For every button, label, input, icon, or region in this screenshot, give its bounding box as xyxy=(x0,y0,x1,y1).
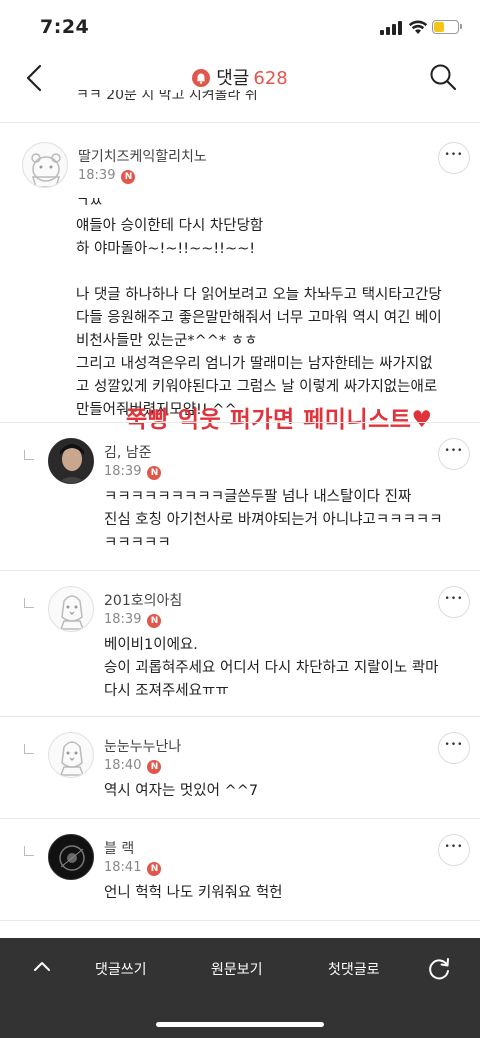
title-text: 댓글 xyxy=(216,68,250,89)
reply-indicator-icon xyxy=(24,744,34,754)
comment-time: 18:39 xyxy=(104,612,142,627)
comment-meta: 18:41 N xyxy=(104,860,162,876)
refresh-icon[interactable] xyxy=(426,956,452,982)
comment-body: 베이비1이에요. 승이 괴롭혀주세요 어디서 다시 차단하고 지랄이노 콱마 다… xyxy=(104,637,439,699)
comment-item: 딸기치즈케익할리치노 18:39 N ㄱㅆ 얘들아 승이한테 다시 차단당함 하 … xyxy=(0,122,480,422)
page-title: 댓글 628 xyxy=(0,64,480,90)
more-options-button[interactable] xyxy=(438,834,470,866)
avatar[interactable] xyxy=(22,142,68,188)
comment-username[interactable]: 김, 남준 xyxy=(104,442,152,462)
battery-icon xyxy=(432,20,462,34)
comment-time: 18:39 xyxy=(104,464,142,479)
comment-time: 18:39 xyxy=(78,168,116,183)
avatar[interactable] xyxy=(48,586,94,632)
new-badge: N xyxy=(147,760,162,774)
more-options-button[interactable] xyxy=(438,438,470,470)
comment-username[interactable]: 딸기치즈케익할리치노 xyxy=(78,146,207,166)
comment-count: 628 xyxy=(253,68,288,89)
comment-username[interactable]: 블 랙 xyxy=(104,838,134,858)
scroll-up-icon[interactable] xyxy=(32,958,52,974)
more-options-button[interactable] xyxy=(438,732,470,764)
new-badge: N xyxy=(121,170,136,184)
profile-photo xyxy=(49,835,93,879)
default-avatar-icon xyxy=(59,741,85,776)
reply-indicator-icon xyxy=(24,846,34,856)
default-avatar-icon xyxy=(59,595,85,630)
comment-body: ㄱㅆ 얘들아 승이한테 다시 차단당함 하 야마돌아~!~!!~~!!~~! 나… xyxy=(76,195,442,418)
comment-meta: 18:39 N xyxy=(104,464,162,480)
new-badge: N xyxy=(147,466,162,480)
cellular-signal-icon xyxy=(380,21,404,35)
status-bar: 7:24 xyxy=(0,0,480,56)
reply-item: 김, 남준 18:39 N ㅋㅋㅋㅋㅋㅋㅋㅋㅋ글쓴두팔 넘나 내스탈이다 진짜 진… xyxy=(0,422,480,570)
default-avatar-icon xyxy=(31,153,61,187)
comment-body: ㅋㅋㅋㅋㅋㅋㅋㅋㅋ글쓴두팔 넘나 내스탈이다 진짜 진심 호칭 아기천사로 바껴… xyxy=(104,489,443,551)
view-original-button[interactable]: 원문보기 xyxy=(211,959,263,979)
avatar[interactable] xyxy=(48,834,94,880)
comment-username[interactable]: 201호의아침 xyxy=(104,590,182,610)
write-comment-button[interactable]: 댓글쓰기 xyxy=(95,959,147,979)
profile-photo xyxy=(49,439,93,483)
comment-body: 언니 헉헉 나도 키워줘요 헉헌 xyxy=(104,885,283,901)
comment-meta: 18:39 N xyxy=(104,612,162,628)
avatar[interactable] xyxy=(48,732,94,778)
more-options-button[interactable] xyxy=(438,586,470,618)
reply-indicator-icon xyxy=(24,598,34,608)
partial-comment-text: ㅋㅋ 20분 지 막고 지켜볼라 쥐 xyxy=(76,90,258,103)
comment-time: 18:41 xyxy=(104,860,142,875)
first-comment-button[interactable]: 첫댓글로 xyxy=(328,959,380,979)
reply-item: 눈눈누누난나 18:40 N 역시 여자는 멋있어 ^^7 xyxy=(0,716,480,818)
comment-body: 역시 여자는 멋있어 ^^7 xyxy=(104,783,259,799)
avatar[interactable] xyxy=(48,438,94,484)
search-icon[interactable] xyxy=(428,62,458,92)
bell-icon xyxy=(192,69,211,87)
new-badge: N xyxy=(147,614,162,628)
status-time: 7:24 xyxy=(40,16,90,38)
new-badge: N xyxy=(147,862,162,876)
reply-item: 블 랙 18:41 N 언니 헉헉 나도 키워줘요 헉헌 xyxy=(0,818,480,920)
comment-username[interactable]: 눈눈누누난나 xyxy=(104,736,181,756)
comment-meta: 18:39 N xyxy=(78,168,136,184)
comment-meta: 18:40 N xyxy=(104,758,162,774)
reply-indicator-icon xyxy=(24,450,34,460)
home-indicator[interactable] xyxy=(156,1022,324,1027)
more-options-button[interactable] xyxy=(438,142,470,174)
reply-item: 201호의아침 18:39 N 베이비1이에요. 승이 괴롭혀주세요 어디서 다시… xyxy=(0,570,480,716)
wifi-icon xyxy=(408,20,428,34)
divider xyxy=(0,920,480,921)
comment-time: 18:40 xyxy=(104,758,142,773)
